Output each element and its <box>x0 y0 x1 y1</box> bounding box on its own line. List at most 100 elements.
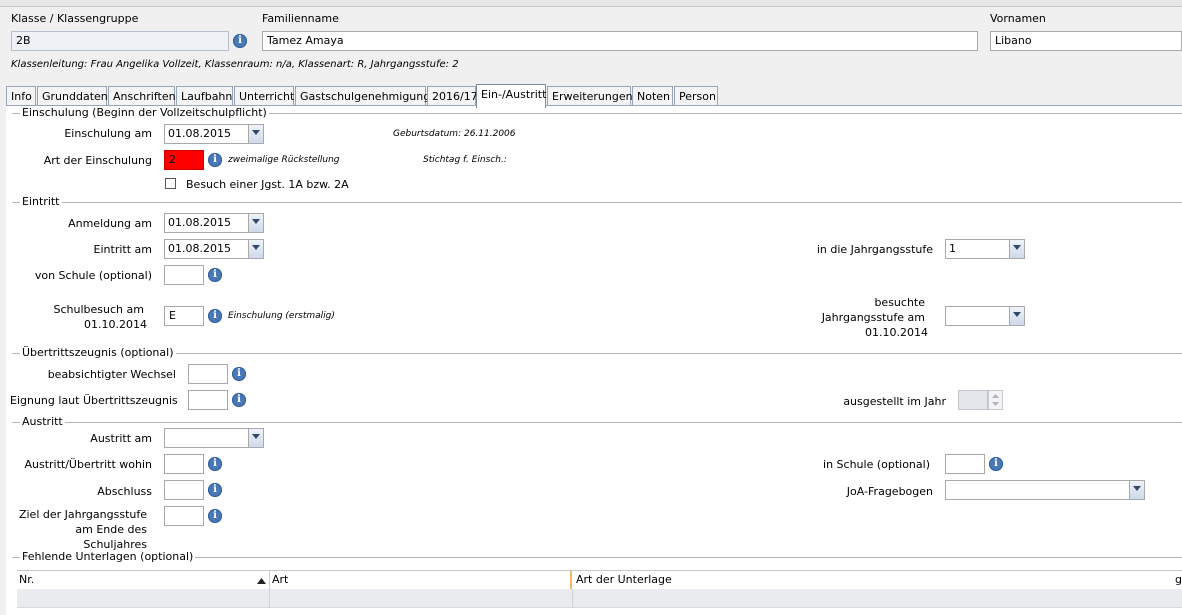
wohin-info-icon[interactable]: i <box>208 457 222 471</box>
schulbesuch-field[interactable]: E <box>164 306 204 326</box>
tab-anschriften[interactable]: Anschriften <box>108 86 176 106</box>
column-separator <box>269 589 270 607</box>
besuchte-label-3: 01.10.2014 <box>865 326 928 339</box>
ziel-label-1: Ziel der Jahrgangsstufe <box>18 508 147 521</box>
abschluss-field[interactable] <box>164 480 204 500</box>
vornamen-field[interactable]: Libano <box>990 31 1182 51</box>
column-header-art-der-unterlage[interactable]: Art der Unterlage <box>576 573 672 586</box>
sort-ascending-icon[interactable] <box>257 575 266 588</box>
eintritt-section-title: Eintritt <box>20 195 62 208</box>
wohin-label: Austritt/Übertritt wohin <box>24 458 152 471</box>
joa-label: JoA-Fragebogen <box>846 485 933 498</box>
einschulung-section-title: Einschulung (Beginn der Vollzeitschulpfl… <box>20 106 269 119</box>
column-separator <box>572 589 573 607</box>
klasse-info-icon[interactable]: i <box>233 34 247 48</box>
chevron-down-icon[interactable] <box>1129 481 1144 499</box>
eignung-field[interactable] <box>188 390 228 410</box>
tab-noten[interactable]: Noten <box>632 86 673 106</box>
einschulung-am-combo[interactable]: 01.08.2015 <box>164 124 264 144</box>
tab-info[interactable]: Info <box>6 86 36 106</box>
familienname-label: Familienname <box>262 12 339 25</box>
schulbesuch-info-icon[interactable]: i <box>208 309 222 323</box>
chevron-down-icon[interactable] <box>1009 307 1024 325</box>
tab-unterricht[interactable]: Unterricht <box>234 86 294 106</box>
eintritt-am-combo[interactable]: 01.08.2015 <box>164 239 264 259</box>
abschluss-label: Abschluss <box>97 485 152 498</box>
section-divider <box>12 202 1182 203</box>
wechsel-field[interactable] <box>188 364 228 384</box>
von-schule-info-icon[interactable]: i <box>208 268 222 282</box>
class-info-line: Klassenleitung: Frau Angelika Vollzeit, … <box>11 59 459 70</box>
section-divider <box>12 353 1182 354</box>
austritt-section-title: Austritt <box>20 415 65 428</box>
art-einschulung-label: Art der Einschulung <box>43 154 152 167</box>
eintritt-am-label: Eintritt am <box>93 243 152 256</box>
wechsel-label: beabsichtigter Wechsel <box>47 368 176 381</box>
column-separator[interactable] <box>570 571 572 590</box>
in-schule-label: in Schule (optional) <box>823 458 930 471</box>
art-einschulung-field[interactable]: 2 <box>164 150 204 170</box>
besuchte-jgst-combo[interactable] <box>945 306 1025 326</box>
klasse-label: Klasse / Klassengruppe <box>11 12 139 25</box>
einschulung-am-value: 01.08.2015 <box>168 127 231 140</box>
von-schule-field[interactable] <box>164 265 204 285</box>
jahrgangsstufe-combo[interactable]: 1 <box>945 239 1025 259</box>
austritt-am-combo[interactable] <box>164 428 264 448</box>
chevron-down-icon[interactable] <box>248 240 263 258</box>
abschluss-info-icon[interactable]: i <box>208 483 222 497</box>
klasse-field[interactable]: 2B <box>11 31 229 51</box>
wohin-field[interactable] <box>164 454 204 474</box>
unterlagen-grid-header: Nr. Art Art der Unterlage g <box>17 570 1182 591</box>
ausgestellt-label: ausgestellt im Jahr <box>843 395 946 408</box>
in-schule-info-icon[interactable]: i <box>989 457 1003 471</box>
tab-erweiterungen[interactable]: Erweiterungen <box>547 86 633 106</box>
chevron-down-icon[interactable] <box>248 214 263 232</box>
vornamen-label: Vornamen <box>990 12 1046 25</box>
chevron-down-icon[interactable] <box>248 429 263 447</box>
tab-person[interactable]: Person <box>674 86 718 106</box>
toolbar-strip <box>0 0 1182 7</box>
anmeldung-label: Anmeldung am <box>68 217 152 230</box>
section-divider <box>12 422 1182 423</box>
tab-content-panel <box>6 106 1182 615</box>
tab-2016-17[interactable]: 2016/17 <box>427 86 478 106</box>
eignung-label: Eignung laut Übertrittszeugnis <box>10 394 178 407</box>
schulbesuch-desc: Einschulung (erstmalig) <box>228 311 335 321</box>
tab-grunddaten[interactable]: Grunddaten <box>37 86 108 106</box>
column-header-nr[interactable]: Nr. <box>19 573 34 586</box>
joa-combo[interactable] <box>945 480 1145 500</box>
ziel-field[interactable] <box>164 506 204 526</box>
column-separator[interactable] <box>269 571 270 590</box>
anmeldung-combo[interactable]: 01.08.2015 <box>164 213 264 233</box>
table-row[interactable] <box>17 589 1182 608</box>
ausgestellt-spinner[interactable] <box>988 390 1003 410</box>
familienname-field[interactable]: Tamez Amaya <box>262 31 978 51</box>
stichtag-text: Stichtag f. Einsch.: <box>423 155 507 165</box>
einschulung-am-label: Einschulung am <box>64 127 152 140</box>
art-einschulung-info-icon[interactable]: i <box>208 153 222 167</box>
besuch-1a-2a-label: Besuch einer Jgst. 1A bzw. 2A <box>186 178 349 191</box>
schulbesuch-label-2: 01.10.2014 <box>84 318 147 331</box>
unterlagen-section-title: Fehlende Unterlagen (optional) <box>20 550 196 563</box>
column-header-g[interactable]: g <box>1175 573 1182 586</box>
ziel-info-icon[interactable]: i <box>208 509 222 523</box>
ausgestellt-field[interactable] <box>958 390 988 410</box>
in-schule-field[interactable] <box>945 454 985 474</box>
wechsel-info-icon[interactable]: i <box>232 367 246 381</box>
art-einschulung-desc: zweimalige Rückstellung <box>228 155 340 165</box>
tab-gastschulgenehmigung[interactable]: Gastschulgenehmigung <box>295 86 430 106</box>
anmeldung-value: 01.08.2015 <box>168 216 231 229</box>
eignung-info-icon[interactable]: i <box>232 393 246 407</box>
schulbesuch-label-1: Schulbesuch am <box>53 303 144 316</box>
tab-ein-austritt[interactable]: Ein-/Austritt <box>476 84 546 108</box>
besuchte-label-1: besuchte <box>874 296 925 309</box>
jahrgangsstufe-value: 1 <box>949 242 956 255</box>
tab-laufbahn[interactable]: Laufbahn <box>176 86 233 106</box>
besuch-1a-2a-checkbox[interactable] <box>165 178 176 189</box>
besuchte-label-2: Jahrgangsstufe am <box>821 311 925 324</box>
column-header-art[interactable]: Art <box>272 573 288 586</box>
austritt-am-label: Austritt am <box>90 432 152 445</box>
chevron-down-icon[interactable] <box>248 125 263 143</box>
chevron-down-icon[interactable] <box>1009 240 1024 258</box>
uebertritt-section-title: Übertrittszeugnis (optional) <box>20 346 176 359</box>
